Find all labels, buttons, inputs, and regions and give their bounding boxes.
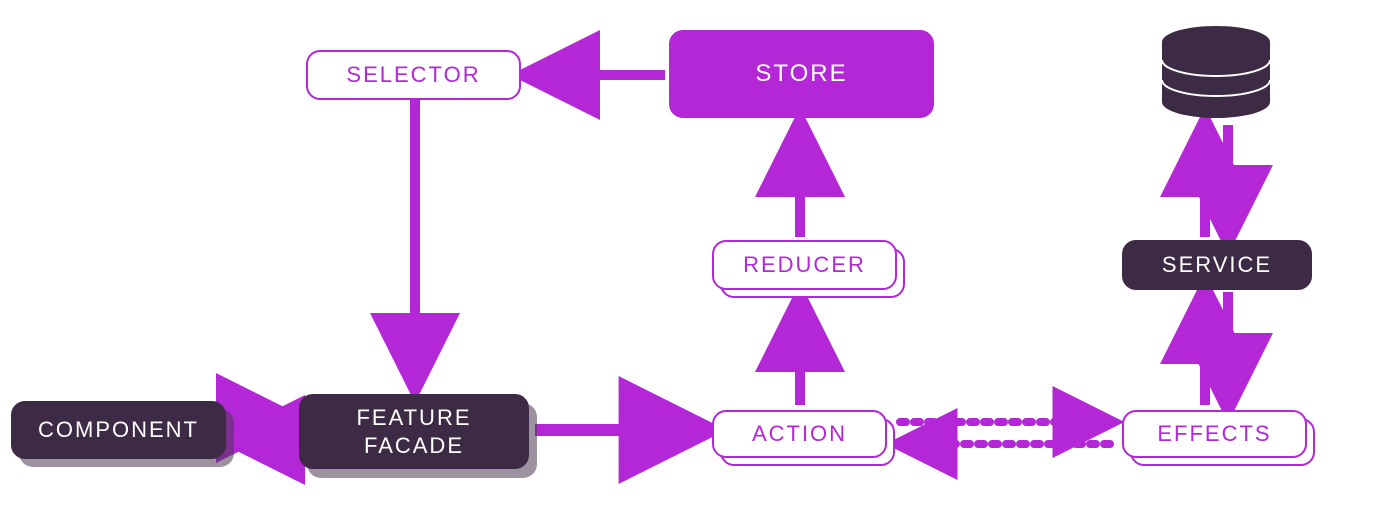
- database-icon: [1162, 26, 1270, 118]
- node-reducer: REDUCER: [712, 240, 897, 290]
- node-label: SELECTOR: [346, 61, 480, 89]
- node-label: STORE: [755, 59, 847, 89]
- node-feature-facade: FEATURE FACADE: [299, 394, 529, 469]
- node-store: STORE: [669, 30, 934, 118]
- architecture-diagram: COMPONENT FEATURE FACADE SELECTOR STORE …: [0, 0, 1400, 523]
- node-selector: SELECTOR: [306, 50, 521, 100]
- node-action: ACTION: [712, 410, 887, 458]
- node-label: ACTION: [752, 420, 847, 448]
- node-label: FEATURE FACADE: [356, 404, 471, 459]
- node-service: SERVICE: [1122, 240, 1312, 290]
- node-label: COMPONENT: [38, 416, 199, 444]
- node-component: COMPONENT: [11, 401, 226, 459]
- node-label: SERVICE: [1162, 251, 1272, 279]
- node-label: EFFECTS: [1157, 420, 1271, 448]
- node-effects: EFFECTS: [1122, 410, 1307, 458]
- node-label: REDUCER: [743, 251, 866, 279]
